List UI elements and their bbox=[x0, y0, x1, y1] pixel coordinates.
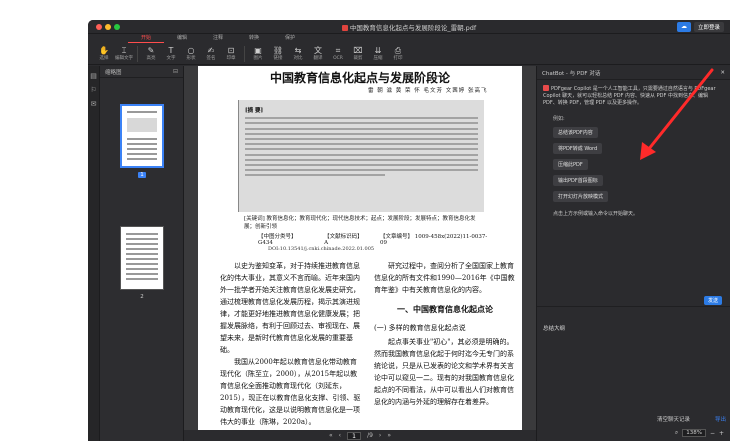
compress-tool[interactable]: ⇊ 压缩 bbox=[368, 43, 388, 65]
chatbot-title: ChatBot - 与 PDF 对话 bbox=[542, 70, 601, 77]
page-navigation: « ‹ 1 /9 › » bbox=[184, 430, 536, 441]
link-tool[interactable]: ⛓ 链接 bbox=[268, 43, 288, 65]
chatbot-intro: PDFgear Copilot 是一个人工智能工具，只需要通过自然语言与 PDF… bbox=[543, 85, 716, 106]
examples-footer: 点击上方示例或输入命令以开始聊天。 bbox=[553, 211, 639, 217]
example-chip-compress[interactable]: 压缩此PDF bbox=[553, 159, 588, 170]
total-pages: /9 bbox=[367, 432, 373, 439]
image-icon: ▣ bbox=[254, 46, 262, 55]
prev-page-icon[interactable]: ‹ bbox=[339, 432, 341, 439]
tab-annotate[interactable]: 注释 bbox=[200, 34, 236, 43]
chatbot-panel: ChatBot - 与 PDF 对话 ✕ PDFgear Copilot 是一个… bbox=[536, 66, 730, 441]
chat-input[interactable]: 总结大纲 bbox=[543, 324, 565, 332]
translate-tool[interactable]: 文翻译 bbox=[308, 43, 328, 65]
crop-tool[interactable]: ⌧ 裁剪 bbox=[348, 43, 368, 65]
export-chat-link[interactable]: 导出 bbox=[715, 415, 726, 423]
paper-keywords: [关键词] 教育信息化；教育现代化；现代信息技术；起点；发展阶段；发展特点；教育… bbox=[244, 216, 476, 230]
edit-text-tool[interactable]: ⌶ 编辑文字 bbox=[114, 43, 134, 65]
comments-icon[interactable]: ✉ bbox=[88, 100, 99, 108]
example-chip-to-word[interactable]: 将PDF转成 Word bbox=[553, 143, 603, 154]
sign-tool[interactable]: ✍ 签名 bbox=[201, 43, 221, 65]
print-tool[interactable]: ⎙ 打印 bbox=[388, 43, 408, 65]
ocr-tool[interactable]: ⌗ OCR bbox=[328, 43, 348, 65]
zoom-search-icon[interactable]: ⌕ bbox=[675, 429, 678, 437]
crop-icon: ⌧ bbox=[353, 46, 363, 55]
copilot-avatar-icon bbox=[543, 85, 549, 91]
select-tool[interactable]: ✋ 选择 bbox=[94, 43, 114, 65]
link-icon: ⛓ bbox=[272, 46, 284, 55]
image-tool[interactable]: ▣ 图片 bbox=[248, 43, 268, 65]
paper-authors: 雷 朝 滋 黄 荣 怀 毛文芳 文茜婷 张高飞 bbox=[368, 88, 488, 94]
stamp-tool[interactable]: ⊡ 印章 bbox=[221, 43, 241, 65]
text-tool[interactable]: T 文字 bbox=[161, 43, 181, 65]
zoom-controls: ⌕ 138% − + bbox=[675, 429, 724, 437]
close-icon[interactable]: ✕ bbox=[720, 70, 725, 76]
highlight-icon: ✎ bbox=[147, 46, 155, 55]
send-button[interactable]: 发送 bbox=[703, 296, 722, 305]
sub-heading: (一) 多样的教育信息化起点说 bbox=[374, 324, 466, 332]
login-button[interactable]: 立即登录 bbox=[693, 22, 724, 32]
page-thumbnail-1[interactable] bbox=[120, 104, 164, 168]
thumbnails-icon[interactable]: ▤ bbox=[88, 72, 99, 80]
bookmark-icon[interactable]: ⚐ bbox=[88, 86, 99, 94]
document-viewport[interactable]: 中国教育信息化起点与发展阶段论 雷 朝 滋 黄 荣 怀 毛文芳 文茜婷 张高飞 … bbox=[184, 66, 536, 430]
highlight-tool[interactable]: ✎ 高亮 bbox=[141, 43, 161, 65]
left-rail: ▤ ⚐ ✉ bbox=[88, 66, 100, 441]
paper-doi: DOI:10.13541/j.cnki.chinade.2022.01.005 bbox=[268, 246, 375, 252]
first-page-icon[interactable]: « bbox=[329, 432, 333, 439]
paper-title: 中国教育信息化起点与发展阶段论 bbox=[269, 71, 450, 85]
title-bar: 中国教育信息化起点与发展阶段论_雷朝.pdf ☁ 立即登录 bbox=[88, 20, 730, 34]
pdf-file-icon bbox=[341, 25, 348, 31]
shape-tool[interactable]: ○ 形状 bbox=[181, 43, 201, 65]
zoom-level[interactable]: 138% bbox=[682, 429, 706, 437]
app-window: 中国教育信息化起点与发展阶段论_雷朝.pdf ☁ 立即登录 开始 编辑 注释 转… bbox=[88, 20, 730, 441]
tab-home[interactable]: 开始 bbox=[128, 34, 164, 43]
cloud-icon[interactable]: ☁ bbox=[676, 22, 691, 32]
tab-protect[interactable]: 保护 bbox=[272, 34, 308, 43]
example-chip-summarize[interactable]: 总结该PDF内容 bbox=[553, 127, 598, 138]
compare-tool[interactable]: ⇆ 对比 bbox=[288, 43, 308, 65]
example-chip-slideshow[interactable]: 打开幻灯片放映模式 bbox=[553, 191, 609, 202]
last-page-icon[interactable]: » bbox=[387, 432, 391, 439]
example-chip-export-icon[interactable]: 输出PDF首段图标 bbox=[553, 175, 603, 186]
ribbon-tabs: 开始 编辑 注释 转换 保护 bbox=[88, 34, 730, 43]
clear-chat-button[interactable]: 清空聊天记录 bbox=[657, 415, 690, 423]
ocr-icon: ⌗ bbox=[335, 46, 341, 55]
abstract-label: [摘 要] bbox=[245, 108, 264, 114]
panel-options-icon[interactable]: ⊟ bbox=[173, 68, 178, 75]
shape-icon: ○ bbox=[187, 46, 195, 55]
window-title: 中国教育信息化起点与发展阶段论_雷朝.pdf bbox=[88, 22, 730, 32]
page-thumbnail-2[interactable] bbox=[120, 226, 164, 290]
zoom-in-icon[interactable]: + bbox=[719, 430, 724, 437]
text-icon: T bbox=[168, 46, 174, 55]
print-icon: ⎙ bbox=[394, 46, 402, 55]
abstract-box: [摘 要] bbox=[238, 100, 484, 212]
hand-icon: ✋ bbox=[99, 46, 109, 55]
page-number-input[interactable]: 1 bbox=[347, 431, 362, 440]
cursor-icon: ⌶ bbox=[121, 46, 127, 55]
compare-icon: ⇆ bbox=[294, 46, 302, 55]
stamp-icon: ⊡ bbox=[227, 46, 235, 55]
sign-icon: ✍ bbox=[207, 46, 215, 55]
toolbar: ✋ 选择 ⌶ 编辑文字 ✎ 高亮 T 文字 ○ 形状 ✍ 签名 ⊡ 印章 ▣ 图片 ⛓ 链接 ⇆ 对… bbox=[88, 43, 730, 65]
next-page-icon[interactable]: › bbox=[379, 432, 381, 439]
pdf-page: 中国教育信息化起点与发展阶段论 雷 朝 滋 黄 荣 怀 毛文芳 文茜婷 张高飞 … bbox=[198, 66, 522, 430]
compress-icon: ⇊ bbox=[374, 46, 382, 55]
examples-label: 例如: bbox=[553, 116, 565, 122]
right-column: 研究过程中，查阅分析了全国国家上教育信息化的所有文件和1990—2016年《中国… bbox=[374, 262, 515, 406]
thumbnail-panel-title: 缩略图 bbox=[105, 69, 122, 76]
classification-line: 【中图分类号】 G434 【文献标识码】 A 【文章编号】 1009-458x(… bbox=[258, 234, 488, 246]
zoom-out-icon[interactable]: − bbox=[710, 430, 715, 437]
left-column: 以史为鉴知变革，对于持续推进教育信息化的伟大事业，其意义不言而喻。近年来国内外一… bbox=[220, 262, 361, 426]
tab-convert[interactable]: 转换 bbox=[236, 34, 272, 43]
tab-edit[interactable]: 编辑 bbox=[164, 34, 200, 43]
thumbnail-panel: 缩略图 ⊟ 1 2 bbox=[100, 66, 184, 441]
section-heading: 一、中国教育信息化起点论 bbox=[397, 305, 493, 314]
page-number-2: 2 bbox=[140, 294, 144, 300]
page-number-1: 1 bbox=[138, 172, 146, 178]
translate-icon: 文 bbox=[314, 46, 322, 55]
